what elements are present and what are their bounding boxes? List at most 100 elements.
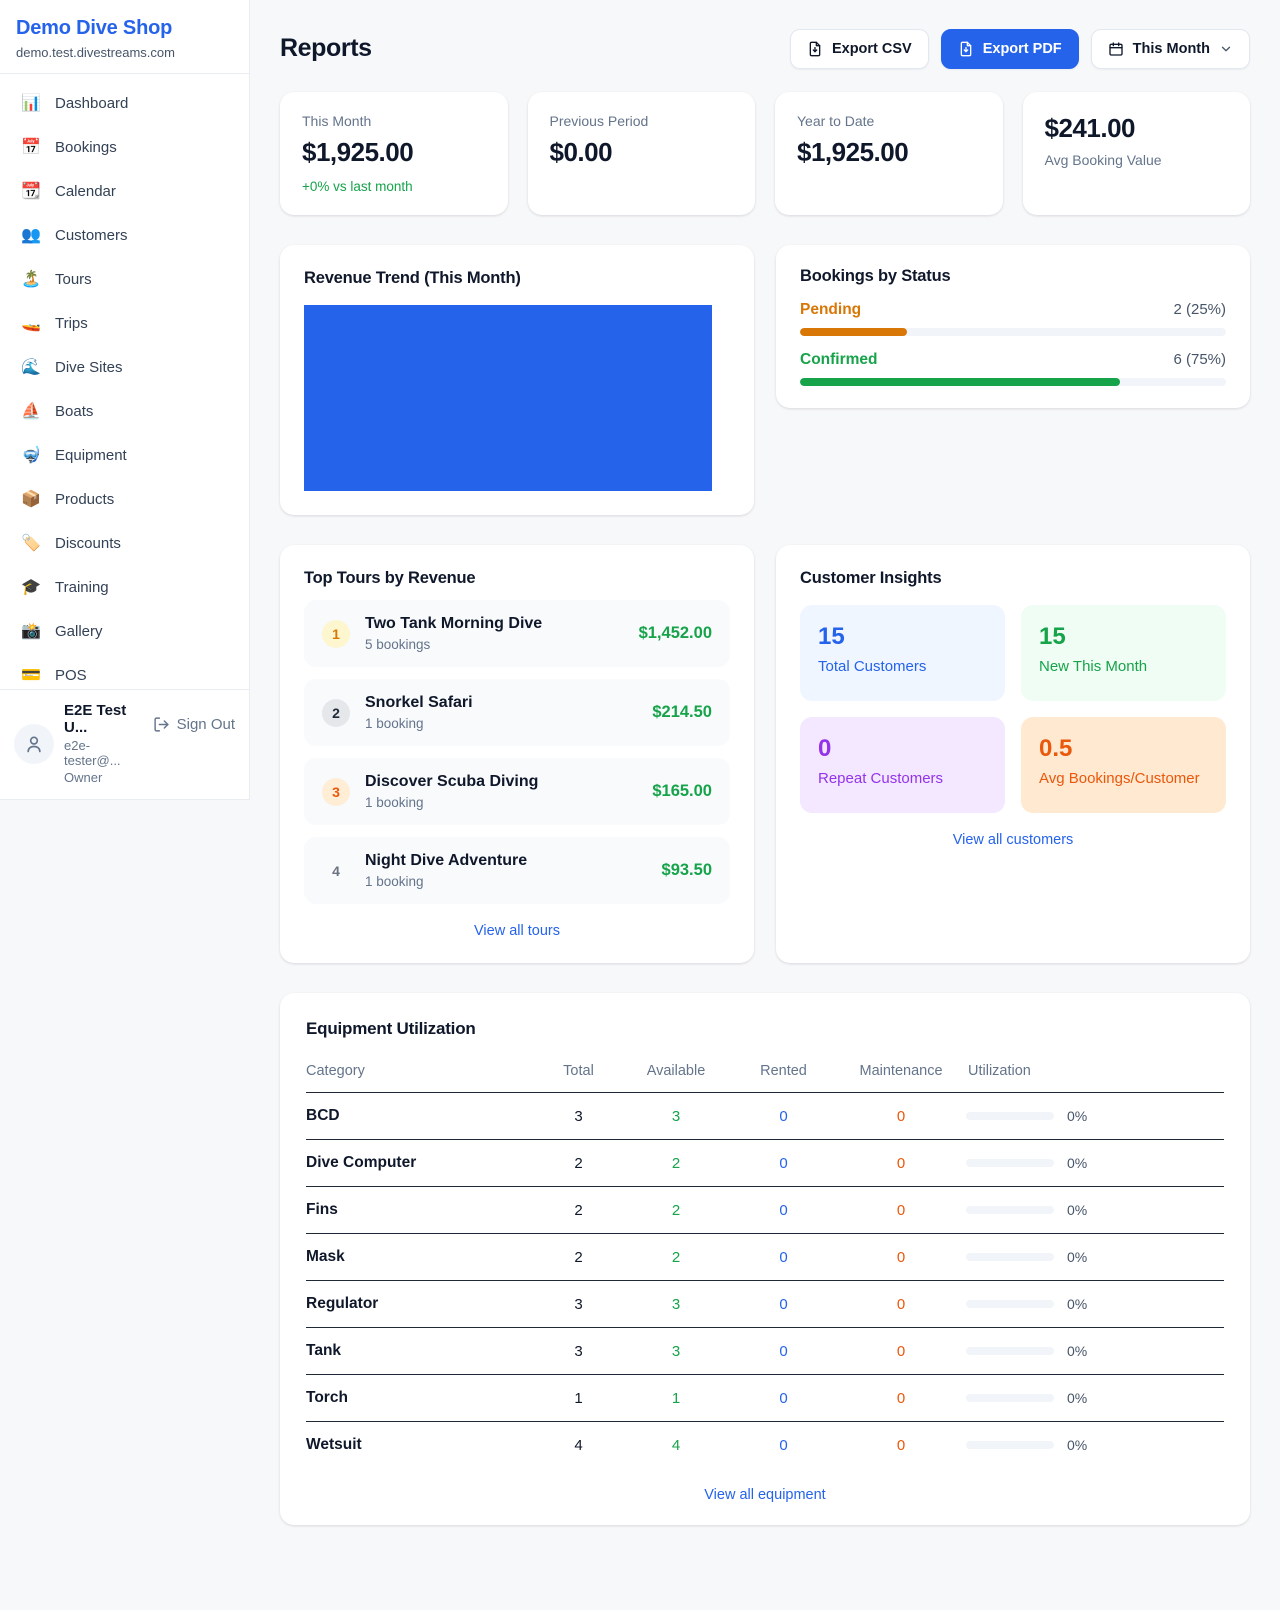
chevron-down-icon — [1219, 42, 1233, 56]
cell-total: 3 — [536, 1093, 621, 1140]
sidebar-item-trips[interactable]: 🚤 Trips — [10, 305, 239, 341]
sidebar-item-label: Boats — [55, 403, 93, 420]
cell-available: 3 — [621, 1093, 731, 1140]
insights-row: Top Tours by Revenue 1 Two Tank Morning … — [280, 545, 1250, 963]
sidebar-item-training[interactable]: 🎓 Training — [10, 569, 239, 605]
tour-row: 3 Discover Scuba Diving 1 booking $165.0… — [304, 758, 730, 825]
user-email: e2e-tester@... — [64, 738, 143, 768]
tag-icon: 🏷️ — [20, 533, 42, 553]
customer-insights-title: Customer Insights — [800, 569, 1226, 588]
top-tours-card: Top Tours by Revenue 1 Two Tank Morning … — [280, 545, 754, 963]
sign-out-button[interactable]: Sign Out — [153, 716, 235, 733]
tile-label: New This Month — [1039, 658, 1208, 675]
tour-amount: $1,452.00 — [639, 624, 712, 643]
cell-category: Torch — [306, 1375, 536, 1422]
tile-value: 15 — [818, 623, 987, 651]
rank-badge: 1 — [322, 620, 350, 648]
view-all-customers-link[interactable]: View all customers — [800, 832, 1226, 848]
cell-rented: 0 — [731, 1234, 836, 1281]
stat-label: Previous Period — [550, 113, 734, 129]
view-all-equipment-link[interactable]: View all equipment — [306, 1487, 1224, 1503]
sidebar-item-label: Training — [55, 579, 109, 596]
sidebar-item-bookings[interactable]: 📅 Bookings — [10, 129, 239, 165]
cell-utilization: 0% — [966, 1234, 1224, 1281]
tour-name: Snorkel Safari — [365, 694, 473, 712]
status-row-pending: Pending 2 (25%) — [800, 301, 1226, 336]
cell-available: 3 — [621, 1328, 731, 1375]
column-header: Category — [306, 1053, 536, 1093]
sidebar-item-products[interactable]: 📦 Products — [10, 481, 239, 517]
shop-domain: demo.test.divestreams.com — [16, 45, 233, 60]
cell-category: Mask — [306, 1234, 536, 1281]
export-csv-button[interactable]: Export CSV — [790, 29, 929, 69]
revenue-trend-card: Revenue Trend (This Month) — [280, 245, 754, 515]
cell-category: Regulator — [306, 1281, 536, 1328]
sidebar-header: Demo Dive Shop demo.test.divestreams.com — [0, 0, 249, 74]
main-content: Reports Export CSV Export PDF This Month… — [250, 0, 1280, 1525]
utilization-bar — [966, 1347, 1054, 1355]
bar-chart-icon: 📊 — [20, 93, 42, 113]
tile-total-customers: 15 Total Customers — [800, 605, 1005, 701]
utilization-percent: 0% — [1067, 1296, 1087, 1312]
status-value: 2 (25%) — [1173, 301, 1226, 318]
table-row: Fins 2 2 0 0 0% — [306, 1187, 1224, 1234]
sidebar-item-label: Customers — [55, 227, 128, 244]
rank-badge: 2 — [322, 699, 350, 727]
file-download-icon — [807, 41, 823, 57]
sidebar-item-dashboard[interactable]: 📊 Dashboard — [10, 85, 239, 121]
credit-card-icon: 💳 — [20, 665, 42, 685]
cell-maintenance: 0 — [836, 1281, 966, 1328]
sidebar-item-equipment[interactable]: 🤿 Equipment — [10, 437, 239, 473]
table-row: Wetsuit 4 4 0 0 0% — [306, 1422, 1224, 1469]
tour-name: Discover Scuba Diving — [365, 773, 538, 791]
tour-row: 2 Snorkel Safari 1 booking $214.50 — [304, 679, 730, 746]
export-pdf-label: Export PDF — [983, 41, 1062, 57]
page-title: Reports — [280, 34, 372, 63]
column-header: Utilization — [966, 1053, 1224, 1093]
export-pdf-button[interactable]: Export PDF — [941, 29, 1079, 69]
bookings-by-status-title: Bookings by Status — [800, 267, 1226, 286]
sidebar-item-label: Products — [55, 491, 114, 508]
cell-total: 3 — [536, 1328, 621, 1375]
customer-insights-card: Customer Insights 15 Total Customers 15 … — [776, 545, 1250, 963]
calendar-date-icon: 📅 — [20, 137, 42, 157]
sidebar-item-customers[interactable]: 👥 Customers — [10, 217, 239, 253]
cell-maintenance: 0 — [836, 1093, 966, 1140]
cell-rented: 0 — [731, 1375, 836, 1422]
tile-value: 0.5 — [1039, 735, 1208, 763]
status-label: Confirmed — [800, 351, 878, 369]
sidebar-item-calendar[interactable]: 📆 Calendar — [10, 173, 239, 209]
wave-icon: 🌊 — [20, 357, 42, 377]
utilization-percent: 0% — [1067, 1202, 1087, 1218]
revenue-trend-chart — [304, 305, 712, 491]
stats-row: This Month $1,925.00 +0% vs last month P… — [280, 92, 1250, 215]
column-header: Available — [621, 1053, 731, 1093]
cell-maintenance: 0 — [836, 1422, 966, 1469]
package-icon: 📦 — [20, 489, 42, 509]
column-header: Maintenance — [836, 1053, 966, 1093]
cell-category: Tank — [306, 1328, 536, 1375]
cell-available: 2 — [621, 1140, 731, 1187]
tour-row: 4 Night Dive Adventure 1 booking $93.50 — [304, 837, 730, 904]
tile-new-this-month: 15 New This Month — [1021, 605, 1226, 701]
utilization-bar — [966, 1112, 1054, 1120]
sidebar-item-dive-sites[interactable]: 🌊 Dive Sites — [10, 349, 239, 385]
header-actions: Export CSV Export PDF This Month — [790, 29, 1250, 69]
tile-label: Repeat Customers — [818, 770, 987, 787]
camera-icon: 📸 — [20, 621, 42, 641]
cell-utilization: 0% — [966, 1187, 1224, 1234]
status-value: 6 (75%) — [1173, 351, 1226, 368]
sidebar-item-tours[interactable]: 🏝️ Tours — [10, 261, 239, 297]
sidebar-item-discounts[interactable]: 🏷️ Discounts — [10, 525, 239, 561]
sidebar-item-pos[interactable]: 💳 POS — [10, 657, 239, 693]
cell-maintenance: 0 — [836, 1187, 966, 1234]
sidebar-item-label: Dive Sites — [55, 359, 123, 376]
period-select[interactable]: This Month — [1091, 29, 1250, 69]
cell-maintenance: 0 — [836, 1328, 966, 1375]
view-all-tours-link[interactable]: View all tours — [304, 923, 730, 939]
sidebar-item-boats[interactable]: ⛵ Boats — [10, 393, 239, 429]
export-csv-label: Export CSV — [832, 41, 912, 57]
stat-card-year-to-date: Year to Date $1,925.00 — [775, 92, 1003, 215]
table-row: BCD 3 3 0 0 0% — [306, 1093, 1224, 1140]
sidebar-item-gallery[interactable]: 📸 Gallery — [10, 613, 239, 649]
